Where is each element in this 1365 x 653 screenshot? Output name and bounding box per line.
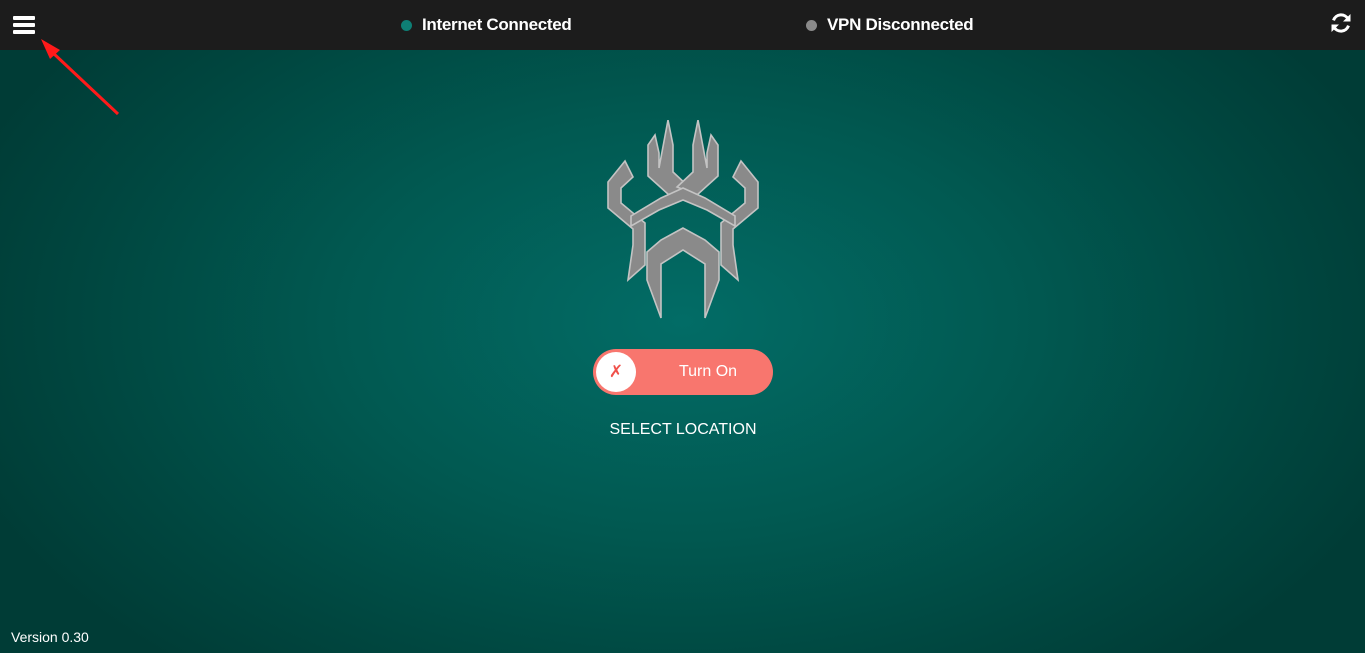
- vpn-status-label: VPN Disconnected: [827, 15, 974, 34]
- vpn-toggle-button[interactable]: ✗ Turn On: [593, 349, 773, 395]
- vpn-status: VPN Disconnected: [806, 15, 974, 35]
- internet-status: Internet Connected: [401, 15, 572, 35]
- select-location-link[interactable]: SELECT LOCATION: [583, 421, 783, 439]
- hamburger-menu-icon[interactable]: [12, 14, 36, 36]
- vpn-status-dot: [806, 19, 817, 31]
- toggle-label: Turn On: [678, 363, 738, 380]
- main-panel: ✗ Turn On SELECT LOCATION: [0, 50, 1365, 653]
- internet-status-label: Internet Connected: [422, 15, 572, 34]
- toggle-knob-x-icon: ✗: [596, 352, 636, 392]
- version-label: Version 0.30: [11, 629, 89, 645]
- refresh-icon[interactable]: [1329, 11, 1353, 35]
- spider-logo-icon: [603, 119, 763, 320]
- top-bar: Internet Connected VPN Disconnected: [0, 0, 1365, 50]
- internet-status-dot: [401, 19, 412, 31]
